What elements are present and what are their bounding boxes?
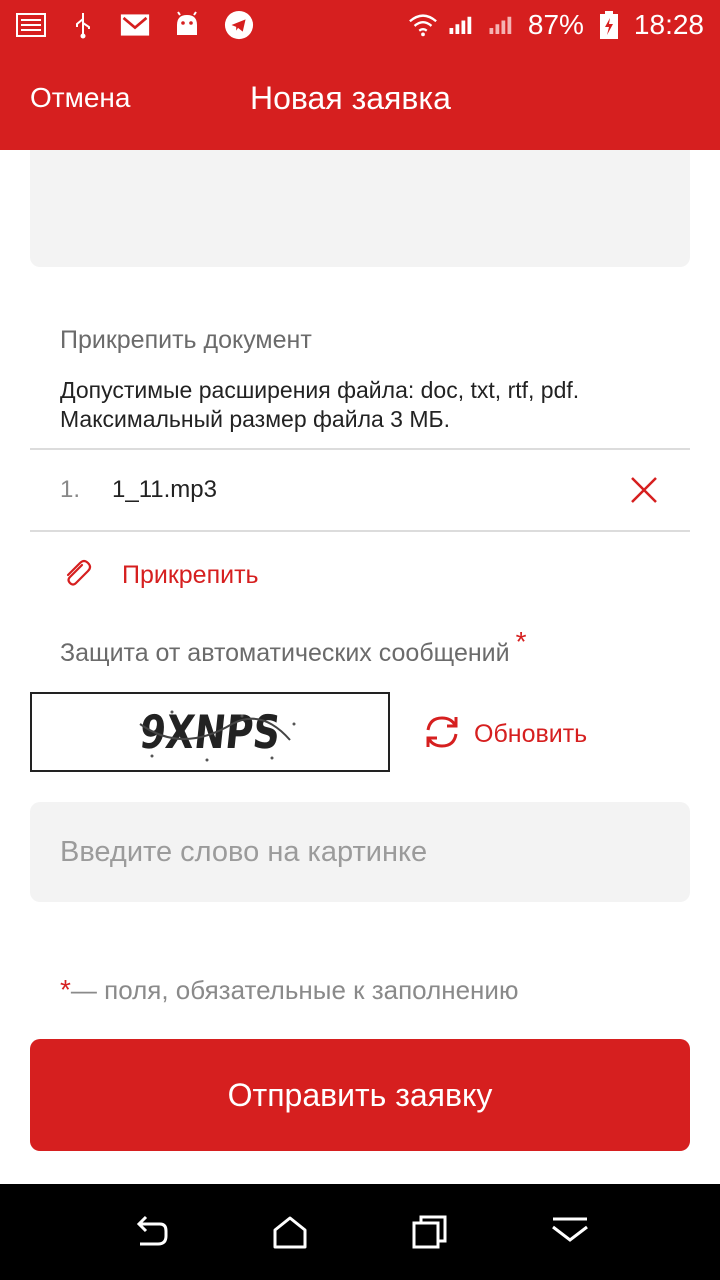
battery-icon xyxy=(594,10,624,40)
message-textarea[interactable] xyxy=(30,150,690,267)
form-content: Прикрепить документ Допустимые расширени… xyxy=(0,150,720,1184)
clock: 18:28 xyxy=(633,9,704,40)
submit-button[interactable]: Отправить заявку xyxy=(30,1039,690,1151)
attach-hint-size: Максимальный размер файла 3 МБ. xyxy=(60,406,451,432)
file-number: 1. xyxy=(60,476,81,503)
refresh-icon xyxy=(420,712,464,757)
required-star: * xyxy=(515,626,527,657)
refresh-label: Обновить xyxy=(474,720,588,748)
page-title: Новая заявка xyxy=(250,80,451,116)
attach-hint: Допустимые расширения файла: doc, txt, r… xyxy=(60,376,579,434)
attached-file-row: 1. 1_11.mp3 xyxy=(30,450,690,530)
status-bar: 87% 18:28 xyxy=(0,0,720,50)
usb-icon xyxy=(68,10,98,40)
back-icon[interactable] xyxy=(130,1214,170,1250)
attach-button-label: Прикрепить xyxy=(122,560,259,589)
captcha-text: 9XNPS xyxy=(137,705,283,759)
picture-icon xyxy=(16,10,46,40)
captcha-input[interactable] xyxy=(30,802,690,902)
captcha-heading-text: Защита от автоматических сообщений xyxy=(60,639,510,667)
wifi-icon xyxy=(408,10,438,40)
captcha-heading: Защита от автоматических сообщений * xyxy=(60,626,527,668)
divider xyxy=(30,530,690,532)
required-star: * xyxy=(60,974,71,1005)
attach-hint-extensions: Допустимые расширения файла: doc, txt, r… xyxy=(60,377,580,403)
paperclip-icon xyxy=(60,556,94,595)
battery-percent: 87% xyxy=(527,9,584,40)
captcha-image: 9XNPS xyxy=(30,692,390,772)
required-fields-note: *— поля, обязательные к заполнению xyxy=(60,974,518,1006)
file-name: 1_11.mp3 xyxy=(112,476,217,503)
refresh-captcha-button[interactable]: Обновить xyxy=(420,712,587,757)
attach-button[interactable]: Прикрепить xyxy=(60,550,259,600)
remove-file-icon[interactable] xyxy=(628,474,660,506)
attach-heading: Прикрепить документ xyxy=(60,326,312,354)
signal-icon xyxy=(448,10,478,40)
home-icon[interactable] xyxy=(270,1214,310,1250)
telegram-icon xyxy=(224,10,254,40)
app-bar: Отмена Новая заявка xyxy=(0,50,720,150)
hide-keyboard-icon[interactable] xyxy=(550,1214,590,1250)
recent-apps-icon[interactable] xyxy=(410,1214,450,1250)
gmail-icon xyxy=(120,10,150,40)
navigation-bar xyxy=(0,1184,720,1280)
cancel-button[interactable]: Отмена xyxy=(30,82,130,114)
required-note-text: — поля, обязательные к заполнению xyxy=(70,975,519,1005)
signal2-icon xyxy=(488,10,518,40)
android-icon xyxy=(172,10,202,40)
